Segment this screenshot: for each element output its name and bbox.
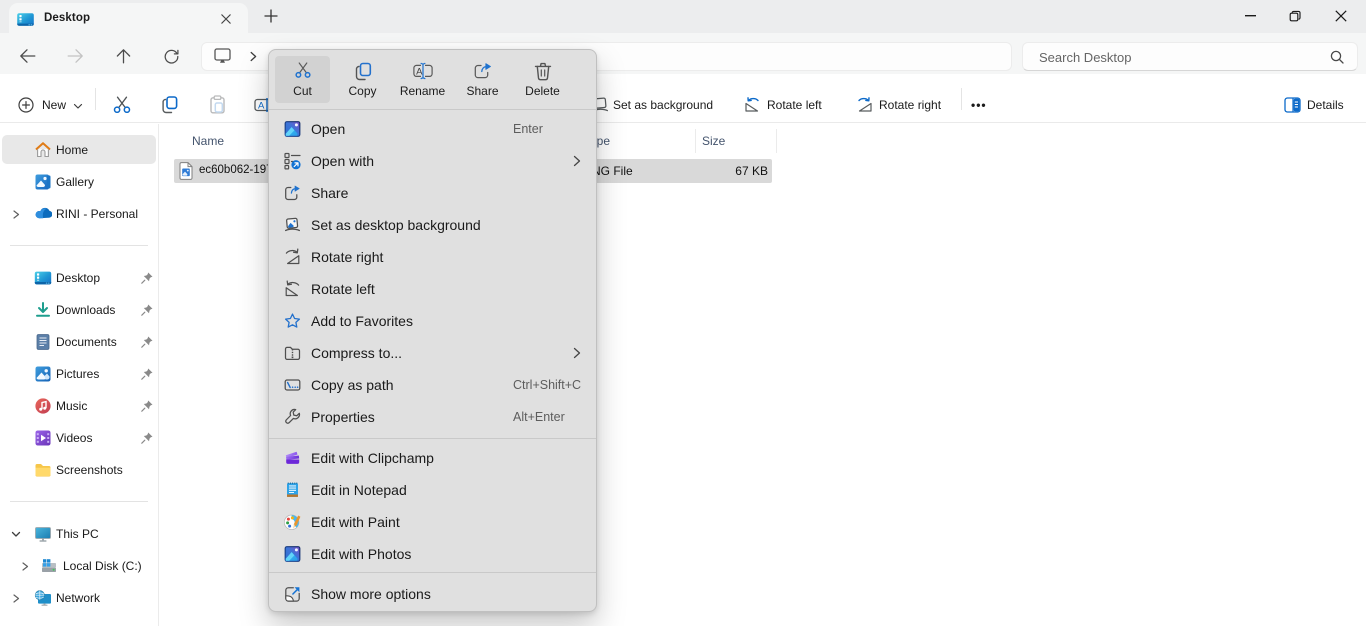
svg-text:A: A xyxy=(416,67,423,78)
svg-text:A: A xyxy=(258,101,265,112)
